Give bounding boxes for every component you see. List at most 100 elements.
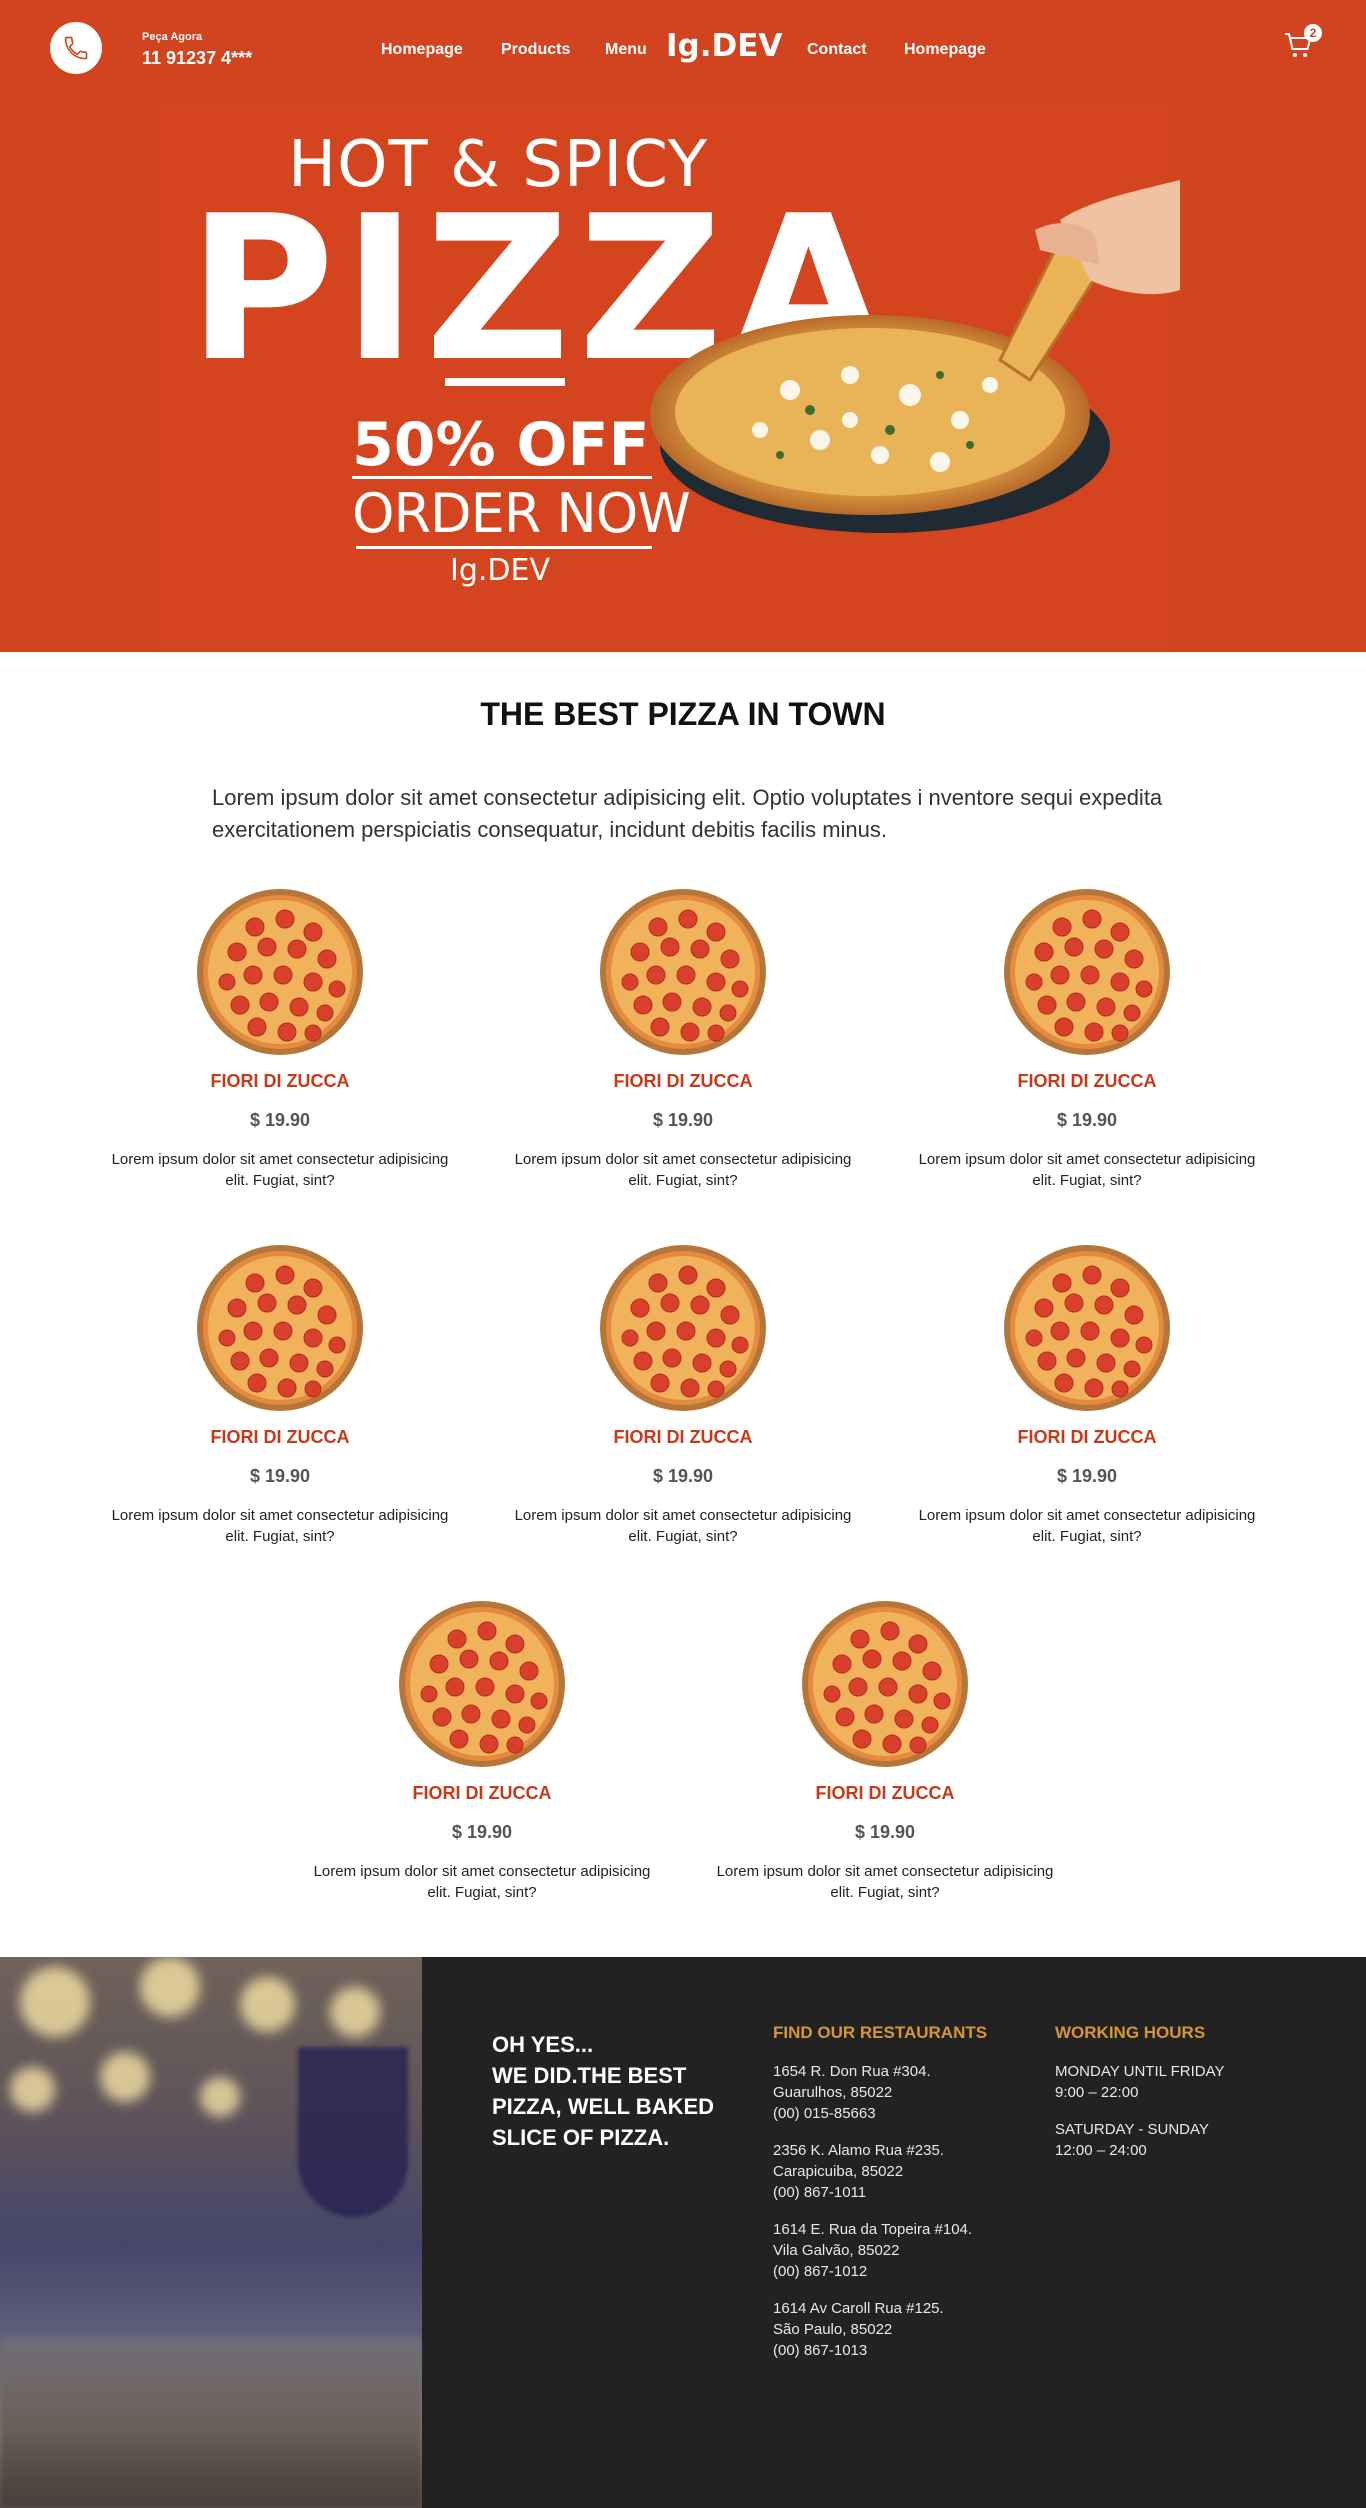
address-street: 1614 E. Rua da Topeira #104. bbox=[773, 2221, 973, 2238]
phone-icon-glyph bbox=[64, 36, 88, 60]
hours-block: SATURDAY - SUNDAY 12:00 – 24:00 bbox=[1055, 2119, 1209, 2161]
section-title: THE BEST PIZZA IN TOWN bbox=[480, 696, 886, 732]
item-description: Lorem ipsum dolor sit amet consectetur a… bbox=[313, 1863, 651, 1901]
nav-link-products[interactable]: Products bbox=[501, 41, 570, 59]
item-price: $ 19.90 bbox=[854, 1822, 916, 1842]
menu-item-card[interactable]: FIORI DI ZUCCA $ 19.90 Lorem ipsum dolor… bbox=[110, 1243, 450, 1547]
bokeh-light bbox=[200, 2077, 240, 2117]
hours-heading: WORKING HOURS bbox=[1055, 2023, 1206, 2042]
phone-number[interactable]: 11 91237 4*** bbox=[142, 48, 252, 69]
item-name: FIORI DI ZUCCA bbox=[412, 1783, 552, 1803]
address-city: Guarulhos, 85022 bbox=[773, 2084, 893, 2101]
bokeh-light bbox=[100, 2052, 150, 2102]
item-price: $ 19.90 bbox=[451, 1822, 513, 1842]
table-surface bbox=[0, 2337, 422, 2508]
cart-button[interactable]: 2 bbox=[1284, 24, 1322, 62]
nav-link-menu[interactable]: Menu bbox=[605, 41, 647, 59]
menu-item-card[interactable]: FIORI DI ZUCCA $ 19.90 Lorem ipsum dolor… bbox=[513, 887, 853, 1191]
hero-discount: 50% OFF bbox=[352, 410, 650, 480]
address-street: 1614 Av Caroll Rua #125. bbox=[773, 2300, 944, 2317]
section-intro: Lorem ipsum dolor sit amet consectetur a… bbox=[212, 785, 1163, 842]
site-logo[interactable]: Ig.DEV bbox=[666, 28, 782, 64]
nav-link-homepage-2[interactable]: Homepage bbox=[904, 41, 986, 59]
restaurant-address[interactable]: 2356 K. Alamo Rua #235. Carapicuiba, 850… bbox=[773, 2140, 944, 2203]
hero-divider bbox=[445, 378, 565, 386]
menu-item-card[interactable]: FIORI DI ZUCCA $ 19.90 Lorem ipsum dolor… bbox=[715, 1599, 1055, 1903]
slogan-line: SLICE OF PIZZA. bbox=[492, 2125, 670, 2150]
address-phone: (00) 867-1013 bbox=[773, 2342, 868, 2359]
hero-banner: Peça Agora 11 91237 4*** Homepage Produc… bbox=[0, 0, 1366, 652]
item-description: Lorem ipsum dolor sit amet consectetur a… bbox=[111, 1507, 449, 1545]
pizza-thumbnail bbox=[196, 888, 364, 1056]
restaurant-address[interactable]: 1654 R. Don Rua #304. Guarulhos, 85022 (… bbox=[773, 2061, 931, 2124]
item-name: FIORI DI ZUCCA bbox=[1017, 1071, 1157, 1091]
cart-count-badge: 2 bbox=[1304, 24, 1322, 42]
nav-link-contact[interactable]: Contact bbox=[807, 41, 867, 59]
menu-item-card[interactable]: FIORI DI ZUCCA $ 19.90 Lorem ipsum dolor… bbox=[917, 887, 1257, 1191]
restaurants-heading: FIND OUR RESTAURANTS bbox=[773, 2023, 988, 2042]
menu-item-card[interactable]: FIORI DI ZUCCA $ 19.90 Lorem ipsum dolor… bbox=[513, 1243, 853, 1547]
menu-section: THE BEST PIZZA IN TOWN Lorem ipsum dolor… bbox=[0, 652, 1366, 1957]
item-description: Lorem ipsum dolor sit amet consectetur a… bbox=[918, 1151, 1256, 1189]
item-name: FIORI DI ZUCCA bbox=[1017, 1427, 1157, 1447]
address-city: São Paulo, 85022 bbox=[773, 2321, 893, 2338]
call-label: Peça Agora bbox=[142, 31, 203, 43]
item-price: $ 19.90 bbox=[652, 1466, 714, 1486]
bokeh-light bbox=[140, 1957, 200, 2017]
item-description: Lorem ipsum dolor sit amet consectetur a… bbox=[111, 1151, 449, 1189]
pizza-thumbnail bbox=[801, 1600, 969, 1768]
item-description: Lorem ipsum dolor sit amet consectetur a… bbox=[514, 1151, 852, 1189]
item-name: FIORI DI ZUCCA bbox=[210, 1071, 350, 1091]
bokeh-light bbox=[20, 1967, 90, 2037]
site-footer: OH YES... WE DID.THE BEST PIZZA, WELL BA… bbox=[0, 1957, 1366, 2508]
hours-time: 9:00 – 22:00 bbox=[1055, 2084, 1139, 2101]
pizza-thumbnail bbox=[196, 1244, 364, 1412]
hours-days: MONDAY UNTIL FRIDAY bbox=[1055, 2063, 1225, 2080]
hours-days: SATURDAY - SUNDAY bbox=[1055, 2121, 1209, 2138]
item-description: Lorem ipsum dolor sit amet consectetur a… bbox=[918, 1507, 1256, 1545]
menu-item-card[interactable]: FIORI DI ZUCCA $ 19.90 Lorem ipsum dolor… bbox=[110, 887, 450, 1191]
item-price: $ 19.90 bbox=[652, 1110, 714, 1130]
item-name: FIORI DI ZUCCA bbox=[613, 1427, 753, 1447]
address-city: Carapicuiba, 85022 bbox=[773, 2163, 904, 2180]
pizza-thumbnail bbox=[1003, 1244, 1171, 1412]
address-city: Vila Galvão, 85022 bbox=[773, 2242, 900, 2259]
item-price: $ 19.90 bbox=[249, 1110, 311, 1130]
wine-glass bbox=[298, 2047, 408, 2217]
item-name: FIORI DI ZUCCA bbox=[815, 1783, 955, 1803]
slogan-line: PIZZA, WELL BAKED bbox=[492, 2094, 715, 2119]
menu-item-card[interactable]: FIORI DI ZUCCA $ 19.90 Lorem ipsum dolor… bbox=[312, 1599, 652, 1903]
bokeh-light bbox=[10, 2067, 55, 2112]
item-description: Lorem ipsum dolor sit amet consectetur a… bbox=[514, 1507, 852, 1545]
address-street: 1654 R. Don Rua #304. bbox=[773, 2063, 931, 2080]
restaurant-address[interactable]: 1614 Av Caroll Rua #125. São Paulo, 8502… bbox=[773, 2298, 944, 2361]
address-phone: (00) 867-1011 bbox=[773, 2184, 867, 2201]
slogan-line: OH YES... bbox=[492, 2032, 594, 2057]
hero-pizza-image bbox=[650, 180, 1180, 533]
item-description: Lorem ipsum dolor sit amet consectetur a… bbox=[716, 1863, 1054, 1901]
nav-link-homepage[interactable]: Homepage bbox=[381, 41, 463, 59]
pizza-thumbnail bbox=[599, 888, 767, 1056]
menu-item-card[interactable]: FIORI DI ZUCCA $ 19.90 Lorem ipsum dolor… bbox=[917, 1243, 1257, 1547]
address-street: 2356 K. Alamo Rua #235. bbox=[773, 2142, 944, 2159]
restaurant-address[interactable]: 1614 E. Rua da Topeira #104. Vila Galvão… bbox=[773, 2219, 972, 2282]
footer-slogan: OH YES... WE DID.THE BEST PIZZA, WELL BA… bbox=[492, 2029, 742, 2153]
pizza-thumbnail bbox=[599, 1244, 767, 1412]
bokeh-light bbox=[330, 1987, 380, 2037]
phone-icon[interactable] bbox=[50, 22, 102, 74]
item-price: $ 19.90 bbox=[1056, 1110, 1118, 1130]
hours-block: MONDAY UNTIL FRIDAY 9:00 – 22:00 bbox=[1055, 2061, 1224, 2103]
item-name: FIORI DI ZUCCA bbox=[210, 1427, 350, 1447]
hero-brand: Ig.DEV bbox=[450, 553, 551, 588]
restaurant-photo bbox=[0, 1957, 422, 2508]
item-price: $ 19.90 bbox=[249, 1466, 311, 1486]
item-price: $ 19.90 bbox=[1056, 1466, 1118, 1486]
discount-underline bbox=[352, 476, 652, 479]
address-phone: (00) 867-1012 bbox=[773, 2263, 868, 2280]
address-phone: (00) 015-85663 bbox=[773, 2105, 876, 2122]
hours-time: 12:00 – 24:00 bbox=[1055, 2142, 1147, 2159]
top-navbar: Peça Agora 11 91237 4*** Homepage Produc… bbox=[0, 0, 1366, 100]
bokeh-light bbox=[240, 1977, 295, 2032]
order-now-underline bbox=[356, 546, 652, 549]
item-name: FIORI DI ZUCCA bbox=[613, 1071, 753, 1091]
